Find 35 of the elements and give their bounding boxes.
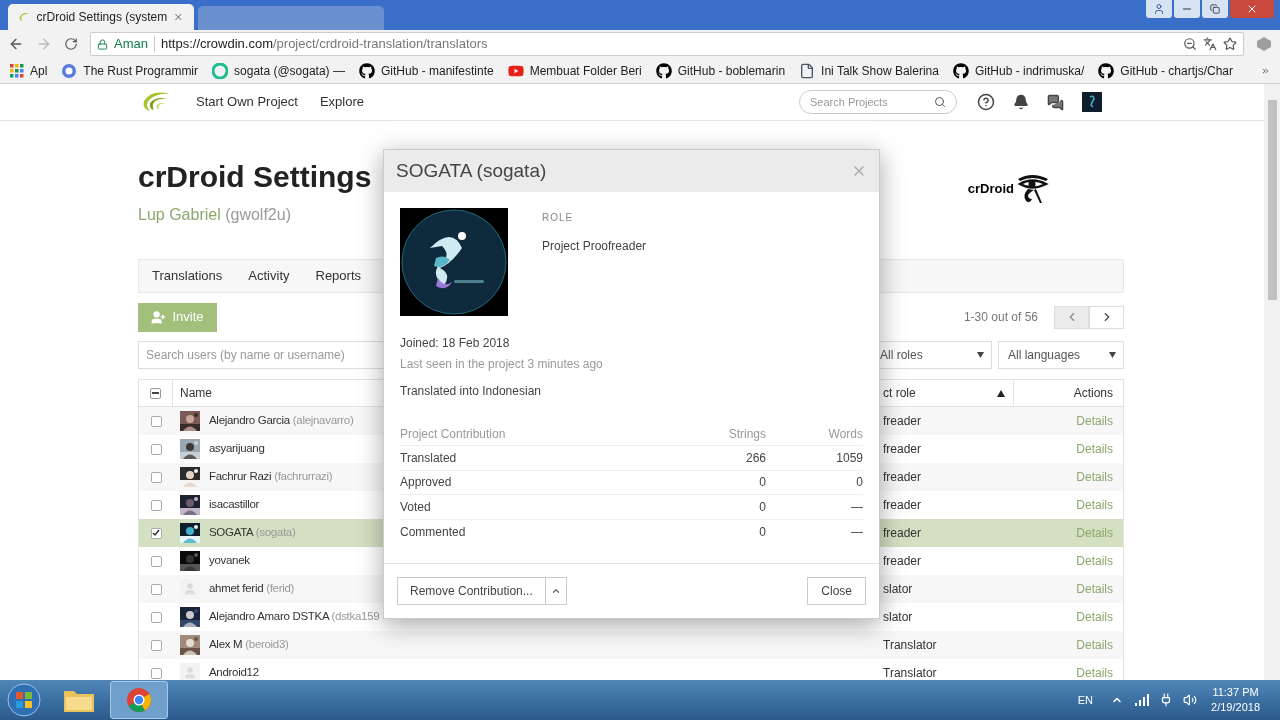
address-url: https://crowdin.com/project/crdroid-translation/translators (160, 35, 488, 54)
role-value: Project Proofreader (542, 238, 647, 255)
secure-label: Aman (114, 35, 148, 54)
contribution-label: Commented (400, 523, 467, 541)
role-text: Translator (883, 665, 937, 680)
role-text: freader (883, 525, 922, 542)
tab-title: crDroid Settings (system (36, 9, 168, 26)
role-text: slator (883, 609, 913, 626)
role-text: freader (883, 441, 922, 458)
column-header: Strings (727, 425, 766, 443)
contribution-label: Translated (400, 449, 458, 467)
words-count: 1059 (835, 449, 863, 467)
role-text: Translator (883, 637, 937, 654)
role-text: freader (883, 553, 922, 570)
strings-count: 0 (758, 498, 766, 516)
role-text: freader (883, 413, 922, 430)
words-count: — (850, 498, 863, 516)
role-text: freader (883, 469, 922, 486)
contribution-label: Voted (400, 498, 432, 516)
strings-count: 0 (758, 523, 766, 541)
strings-count: 266 (744, 449, 766, 467)
contribution-label: Approved (400, 474, 453, 492)
translated-language: Translated into Indonesian (400, 383, 542, 400)
column-header: Words (827, 425, 863, 443)
role-text: slator (883, 581, 913, 598)
words-count: 0 (855, 474, 863, 492)
logo-text: crDroid (967, 180, 1014, 199)
pagination-count: 1-30 out of 56 (963, 309, 1038, 326)
words-count: — (850, 523, 863, 541)
column-header: Project Contribution (400, 425, 507, 443)
role-label: ROLE (542, 211, 575, 225)
project-title: crDroid Settings (138, 159, 372, 195)
role-text: freader (883, 497, 922, 514)
dialog-title: SOGATA (sogata) (396, 158, 547, 183)
strings-count: 0 (758, 474, 766, 492)
